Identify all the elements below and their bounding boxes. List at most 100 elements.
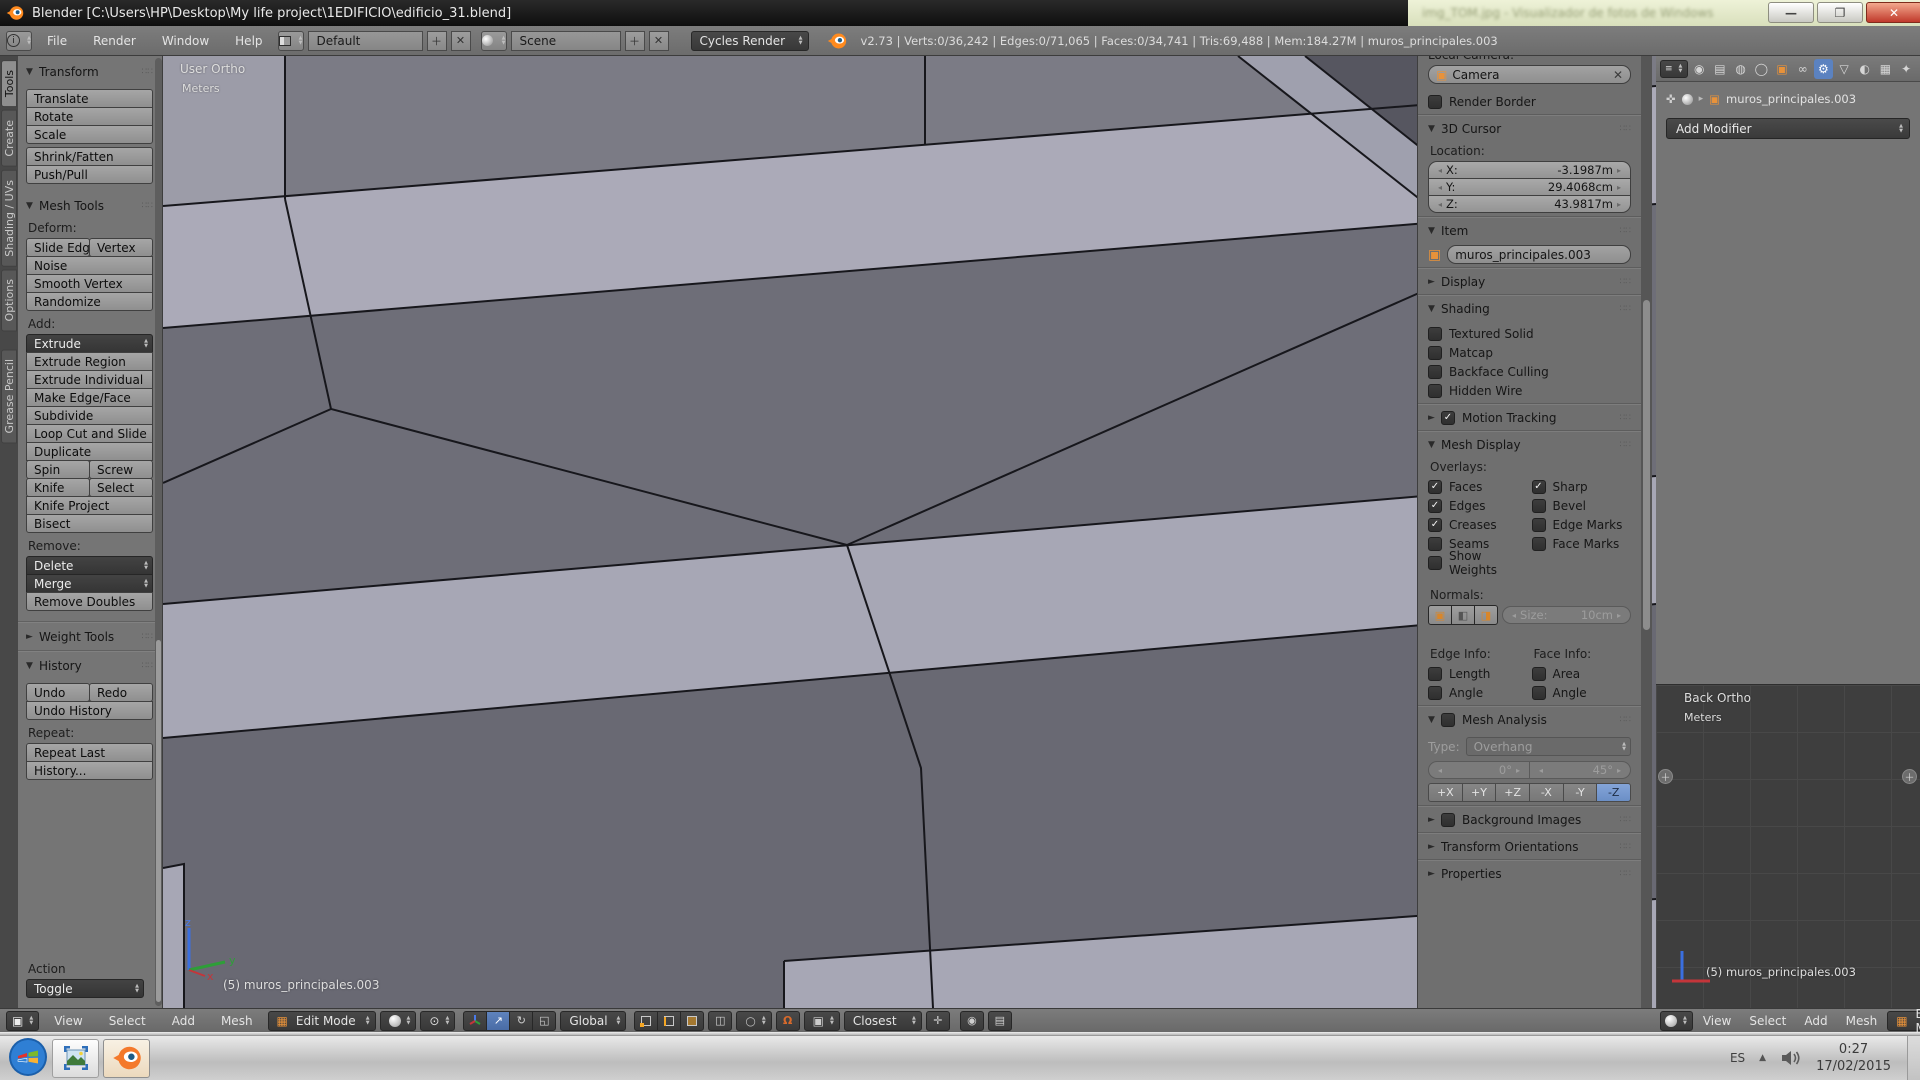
panel-header-history[interactable]: ▼History∷∷ bbox=[26, 656, 153, 675]
analysis-min-angle-field[interactable]: 0° bbox=[1428, 761, 1530, 779]
history-button[interactable]: History... bbox=[26, 761, 153, 780]
scene-tab-icon[interactable]: ◍ bbox=[1731, 59, 1751, 79]
add-modifier-dropdown[interactable]: Add Modifier▲▼ bbox=[1666, 118, 1910, 139]
action-dropdown[interactable]: Toggle▲▼ bbox=[26, 979, 144, 998]
face-normals-toggle[interactable]: ◨ bbox=[1474, 605, 1498, 625]
panel-header-mesh-tools[interactable]: ▼Mesh Tools∷∷ bbox=[26, 196, 153, 215]
layout-delete-button[interactable]: ✕ bbox=[451, 31, 471, 51]
push-pull-button[interactable]: Push/Pull bbox=[26, 165, 153, 184]
material-tab-icon[interactable]: ◐ bbox=[1855, 59, 1875, 79]
snap-magnet-icon[interactable]: Ω bbox=[776, 1011, 800, 1031]
n-panel-scrollbar-thumb[interactable] bbox=[1643, 300, 1650, 630]
slide-vertex-button[interactable]: Vertex bbox=[89, 238, 153, 257]
edge-length-checkbox[interactable]: Length bbox=[1428, 664, 1528, 683]
menu-file[interactable]: File bbox=[36, 34, 78, 48]
randomize-button[interactable]: Randomize bbox=[26, 292, 153, 311]
face-angle-checkbox[interactable]: Angle bbox=[1532, 683, 1632, 702]
modifiers-tab-icon[interactable]: ⚙ bbox=[1814, 59, 1834, 79]
analysis-type-dropdown[interactable]: Overhang▲▼ bbox=[1466, 737, 1631, 756]
make-edge-face-button[interactable]: Make Edge/Face bbox=[26, 388, 153, 407]
panel-header-motion-tracking[interactable]: ►Motion Tracking∷∷ bbox=[1428, 408, 1631, 427]
transform-orientation-dropdown[interactable]: Global▲▼ bbox=[560, 1011, 626, 1031]
limit-selection-visible-icon[interactable]: ◫ bbox=[708, 1011, 732, 1031]
snap-peel-icon[interactable]: ✛ bbox=[926, 1011, 950, 1031]
axis-plus-z-button[interactable]: +Z bbox=[1495, 783, 1530, 802]
layout-add-button[interactable]: ＋ bbox=[427, 31, 447, 51]
menu-view[interactable]: View bbox=[43, 1014, 93, 1028]
axis-plus-x-button[interactable]: +X bbox=[1428, 783, 1463, 802]
snap-target-dropdown[interactable]: Closest▲▼ bbox=[844, 1011, 922, 1031]
rotate-button[interactable]: Rotate bbox=[26, 107, 153, 126]
restore-button[interactable]: ❐ bbox=[1817, 2, 1863, 23]
extrude-dropdown[interactable]: Extrude▲▼ bbox=[26, 334, 153, 353]
menu-help[interactable]: Help bbox=[224, 34, 273, 48]
render-border-checkbox[interactable]: Render Border bbox=[1428, 92, 1631, 111]
sharp-checkbox[interactable]: Sharp bbox=[1532, 477, 1632, 496]
loop-cut-button[interactable]: Loop Cut and Slide bbox=[26, 424, 153, 443]
panel-header-mesh-analysis[interactable]: ▼Mesh Analysis∷∷ bbox=[1428, 710, 1631, 729]
language-indicator[interactable]: ES bbox=[1730, 1051, 1745, 1065]
bevel-checkbox[interactable]: Bevel bbox=[1532, 496, 1632, 515]
matcap-checkbox[interactable]: Matcap bbox=[1428, 343, 1631, 362]
region-expand-left-icon[interactable]: ＋ bbox=[1658, 769, 1673, 784]
translate-manipulator-icon[interactable]: ↗ bbox=[486, 1011, 510, 1031]
secondary-3d-viewport[interactable]: Back Ortho Meters ＋ ＋ (5) muros_principa… bbox=[1656, 684, 1920, 1008]
hidden-wire-checkbox[interactable]: Hidden Wire bbox=[1428, 381, 1631, 400]
checkbox-icon[interactable] bbox=[1441, 411, 1455, 425]
tool-shelf-scrollbar-thumb[interactable] bbox=[156, 640, 161, 1002]
speaker-icon[interactable] bbox=[1780, 1049, 1802, 1067]
checkbox-icon[interactable] bbox=[1441, 813, 1455, 827]
clear-icon[interactable]: ✕ bbox=[1613, 68, 1623, 82]
scene-field[interactable]: Scene bbox=[511, 31, 621, 51]
edges-checkbox[interactable]: Edges bbox=[1428, 496, 1528, 515]
normals-size-field[interactable]: Size:10cm bbox=[1502, 606, 1631, 624]
repeat-last-button[interactable]: Repeat Last bbox=[26, 743, 153, 762]
opengl-render-animation-icon[interactable]: ▤ bbox=[988, 1011, 1012, 1031]
backface-culling-checkbox[interactable]: Backface Culling bbox=[1428, 362, 1631, 381]
local-camera-field[interactable]: ▣Camera✕ bbox=[1428, 65, 1631, 84]
panel-header-item[interactable]: ▼Item∷∷ bbox=[1428, 221, 1631, 240]
proportional-edit-dropdown[interactable]: ○▲▼ bbox=[736, 1011, 771, 1031]
redo-button[interactable]: Redo bbox=[89, 683, 153, 702]
axis-minus-y-button[interactable]: -Y bbox=[1563, 783, 1598, 802]
render-engine-dropdown[interactable]: Cycles Render▲▼ bbox=[691, 31, 809, 51]
panel-header-transform-orientations[interactable]: ►Transform Orientations∷∷ bbox=[1428, 837, 1631, 856]
panel-header-transform[interactable]: ▼Transform∷∷ bbox=[26, 62, 153, 81]
face-select-mode-icon[interactable] bbox=[680, 1011, 704, 1031]
duplicate-button[interactable]: Duplicate bbox=[26, 442, 153, 461]
clock[interactable]: 0:27 17/02/2015 bbox=[1816, 1041, 1891, 1075]
checkbox-icon[interactable] bbox=[1441, 713, 1455, 727]
scene-delete-button[interactable]: ✕ bbox=[649, 31, 669, 51]
screen-layout-field[interactable]: Default bbox=[308, 31, 423, 51]
editor-type-selector-info[interactable]: i▲▼ bbox=[6, 31, 32, 51]
panel-header-mesh-display[interactable]: ▼Mesh Display∷∷ bbox=[1428, 435, 1631, 454]
object-data-tab-icon[interactable]: ▽ bbox=[1834, 59, 1854, 79]
merge-dropdown[interactable]: Merge▲▼ bbox=[26, 574, 153, 593]
scene-browse-button[interactable]: ▲▼ bbox=[481, 31, 507, 51]
extrude-individual-button[interactable]: Extrude Individual bbox=[26, 370, 153, 389]
panel-header-properties[interactable]: ►Properties∷∷ bbox=[1428, 864, 1631, 883]
render-tab-icon[interactable]: ◉ bbox=[1689, 59, 1709, 79]
tab-tools[interactable]: Tools bbox=[1, 60, 17, 107]
remove-doubles-button[interactable]: Remove Doubles bbox=[26, 592, 153, 611]
world-tab-icon[interactable]: ◯ bbox=[1751, 59, 1771, 79]
tab-shading-uvs[interactable]: Shading / UVs bbox=[1, 170, 17, 267]
knife-select-button[interactable]: Select bbox=[89, 478, 153, 497]
face-marks-checkbox[interactable]: Face Marks bbox=[1532, 534, 1632, 553]
editor-type-selector-3d-view[interactable]: ▣▲▼ bbox=[6, 1011, 39, 1031]
pin-icon[interactable]: ✜ bbox=[1666, 92, 1676, 106]
snap-element-dropdown[interactable]: ▣▲▼ bbox=[804, 1011, 840, 1031]
cursor-y-field[interactable]: Y:29.4068cm bbox=[1428, 178, 1631, 196]
panel-header-3d-cursor[interactable]: ▼3D Cursor∷∷ bbox=[1428, 119, 1631, 138]
creases-checkbox[interactable]: Creases bbox=[1428, 515, 1528, 534]
mode-dropdown[interactable]: ▦Edit Mode bbox=[1887, 1011, 1920, 1031]
smooth-vertex-button[interactable]: Smooth Vertex bbox=[26, 274, 153, 293]
delete-dropdown[interactable]: Delete▲▼ bbox=[26, 556, 153, 575]
axis-minus-x-button[interactable]: -X bbox=[1529, 783, 1564, 802]
tab-options[interactable]: Options bbox=[1, 269, 17, 331]
scene-add-button[interactable]: ＋ bbox=[625, 31, 645, 51]
extrude-region-button[interactable]: Extrude Region bbox=[26, 352, 153, 371]
noise-button[interactable]: Noise bbox=[26, 256, 153, 275]
panel-header-display[interactable]: ►Display∷∷ bbox=[1428, 272, 1631, 291]
menu-mesh[interactable]: Mesh bbox=[1838, 1014, 1886, 1028]
